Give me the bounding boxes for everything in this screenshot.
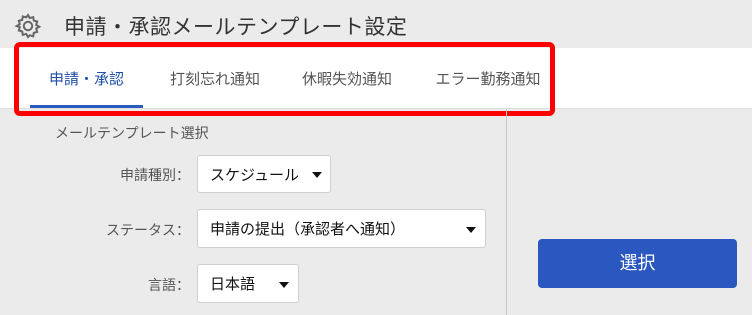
language-select[interactable]: 日本語: [197, 264, 299, 303]
chevron-down-icon: [312, 172, 322, 178]
page-title: 申請・承認メールテンプレート設定: [64, 15, 408, 39]
language-label: 言語：: [148, 278, 190, 294]
language-select-value: 日本語: [210, 275, 256, 293]
chevron-down-icon: [466, 227, 476, 233]
chevron-down-icon: [279, 282, 289, 288]
tab-application-approval[interactable]: 申請・承認: [30, 48, 143, 108]
column-divider: [506, 109, 507, 315]
status-label: ステータス：: [106, 223, 190, 239]
tab-leave-expiry[interactable]: 休暇失効通知: [288, 48, 406, 108]
page-header: 申請・承認メールテンプレート設定: [0, 0, 752, 48]
status-select-value: 申請の提出（承認者へ通知）: [210, 220, 406, 238]
type-select[interactable]: スケジュール: [197, 155, 331, 193]
select-button[interactable]: 選択: [538, 239, 737, 288]
type-label: 申請種別：: [120, 168, 190, 184]
tab-missed-clock[interactable]: 打刻忘れ通知: [156, 48, 274, 108]
type-select-value: スケジュール: [210, 166, 299, 184]
status-select[interactable]: 申請の提出（承認者へ通知）: [197, 209, 486, 248]
section-title: メールテンプレート選択: [55, 126, 209, 142]
gear-icon[interactable]: [14, 12, 42, 40]
active-tab-indicator: [30, 105, 143, 108]
tab-error-attendance[interactable]: エラー勤務通知: [422, 48, 554, 108]
tab-bar: 申請・承認 打刻忘れ通知 休暇失効通知 エラー勤務通知: [0, 48, 752, 109]
